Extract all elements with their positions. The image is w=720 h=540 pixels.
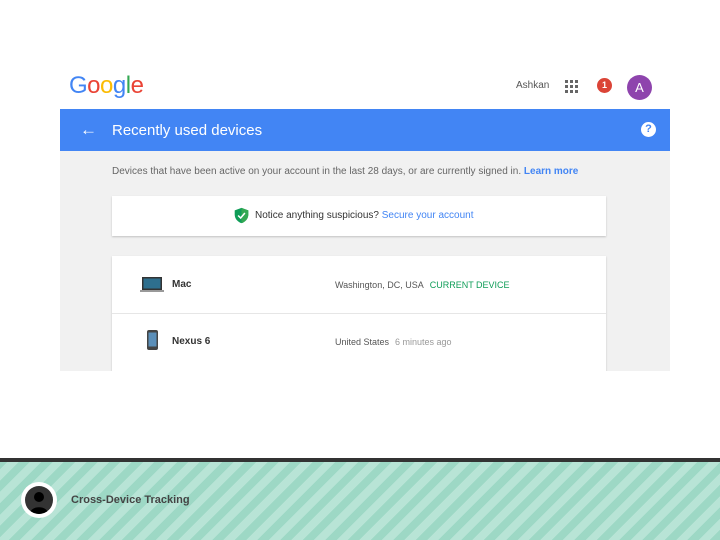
device-name: Mac (172, 279, 192, 290)
top-bar: Google Ashkan 1 A (60, 60, 670, 109)
logo-letter: g (112, 72, 126, 99)
back-arrow-icon[interactable]: ← (80, 120, 97, 140)
device-location: United States 6 minutes ago (335, 337, 452, 347)
shield-icon (234, 207, 249, 224)
secure-account-link[interactable]: Secure your account (382, 210, 474, 221)
logo-letter: o (100, 72, 113, 99)
page-title: Recently used devices (112, 122, 263, 139)
device-location: Washington, DC, USA CURRENT DEVICE (335, 280, 510, 290)
logo-letter: G (69, 72, 88, 99)
logo-letter: o (87, 72, 101, 99)
page-header: ← Recently used devices ? (60, 109, 670, 151)
help-icon[interactable]: ? (641, 122, 656, 137)
description: Devices that have been active on your ac… (112, 166, 578, 177)
laptop-icon (140, 277, 164, 292)
location-text: United States (335, 337, 390, 347)
phone-icon (147, 330, 158, 350)
suspicious-activity-card: Notice anything suspicious? Secure your … (112, 196, 606, 236)
apps-grid-icon[interactable] (565, 80, 578, 93)
location-text: Washington, DC, USA (335, 280, 424, 290)
current-device-label: CURRENT DEVICE (429, 280, 510, 290)
slide-footer: Cross-Device Tracking (0, 458, 720, 540)
person-icon (21, 482, 57, 518)
device-name: Nexus 6 (172, 336, 211, 347)
last-active-label: 6 minutes ago (395, 337, 452, 347)
footer-divider (0, 458, 720, 462)
description-text: Devices that have been active on your ac… (112, 166, 522, 177)
alert-text: Notice anything suspicious? Secure your … (255, 210, 473, 221)
learn-more-link[interactable]: Learn more (524, 166, 578, 177)
avatar[interactable]: A (627, 75, 652, 100)
username: Ashkan (516, 80, 550, 91)
alert-message: Notice anything suspicious? (255, 210, 379, 221)
device-row[interactable]: Nexus 6 United States 6 minutes ago (112, 314, 606, 371)
footer-title: Cross-Device Tracking (71, 494, 190, 506)
screenshot-area: Google Ashkan 1 A ← Recently used device… (60, 60, 670, 371)
notification-badge[interactable]: 1 (597, 78, 612, 93)
device-row[interactable]: Mac Washington, DC, USA CURRENT DEVICE (112, 256, 606, 314)
logo-letter: e (130, 72, 144, 99)
devices-card: Mac Washington, DC, USA CURRENT DEVICE Ne… (112, 256, 606, 371)
google-logo[interactable]: Google (69, 72, 144, 100)
